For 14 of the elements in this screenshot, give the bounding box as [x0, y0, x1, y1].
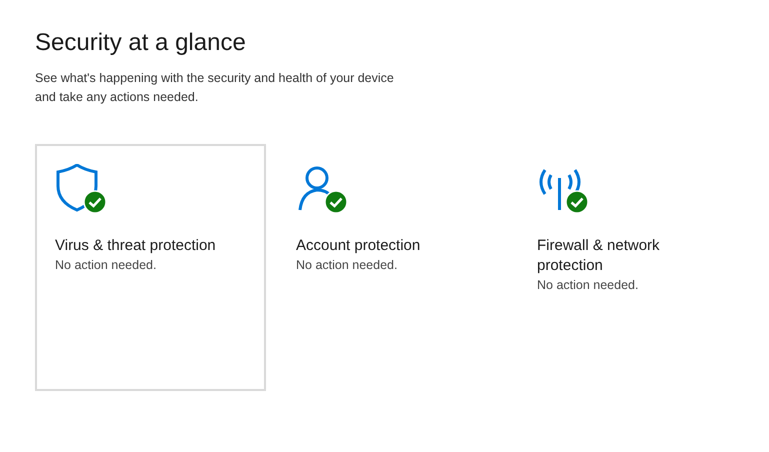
card-title: Firewall & network protection — [537, 236, 661, 276]
page-title: Security at a glance — [35, 28, 246, 58]
check-icon — [83, 190, 107, 214]
protection-card[interactable]: Firewall & network protection No action needed. — [517, 144, 748, 391]
card-status: No action needed. — [296, 257, 398, 274]
card-status: No action needed. — [55, 257, 156, 274]
card-title: Virus & threat protection — [55, 236, 217, 256]
check-icon — [324, 190, 348, 214]
page-description: See what's happening with the security and health of your device and take any actions needed. — [35, 70, 395, 106]
protection-card[interactable]: Account protection No action needed. — [276, 144, 507, 391]
protection-card[interactable]: Virus & threat protection No action needed. — [35, 144, 266, 391]
check-icon — [565, 190, 589, 214]
card-status: No action needed. — [537, 277, 638, 294]
card-title: Account protection — [296, 236, 422, 256]
